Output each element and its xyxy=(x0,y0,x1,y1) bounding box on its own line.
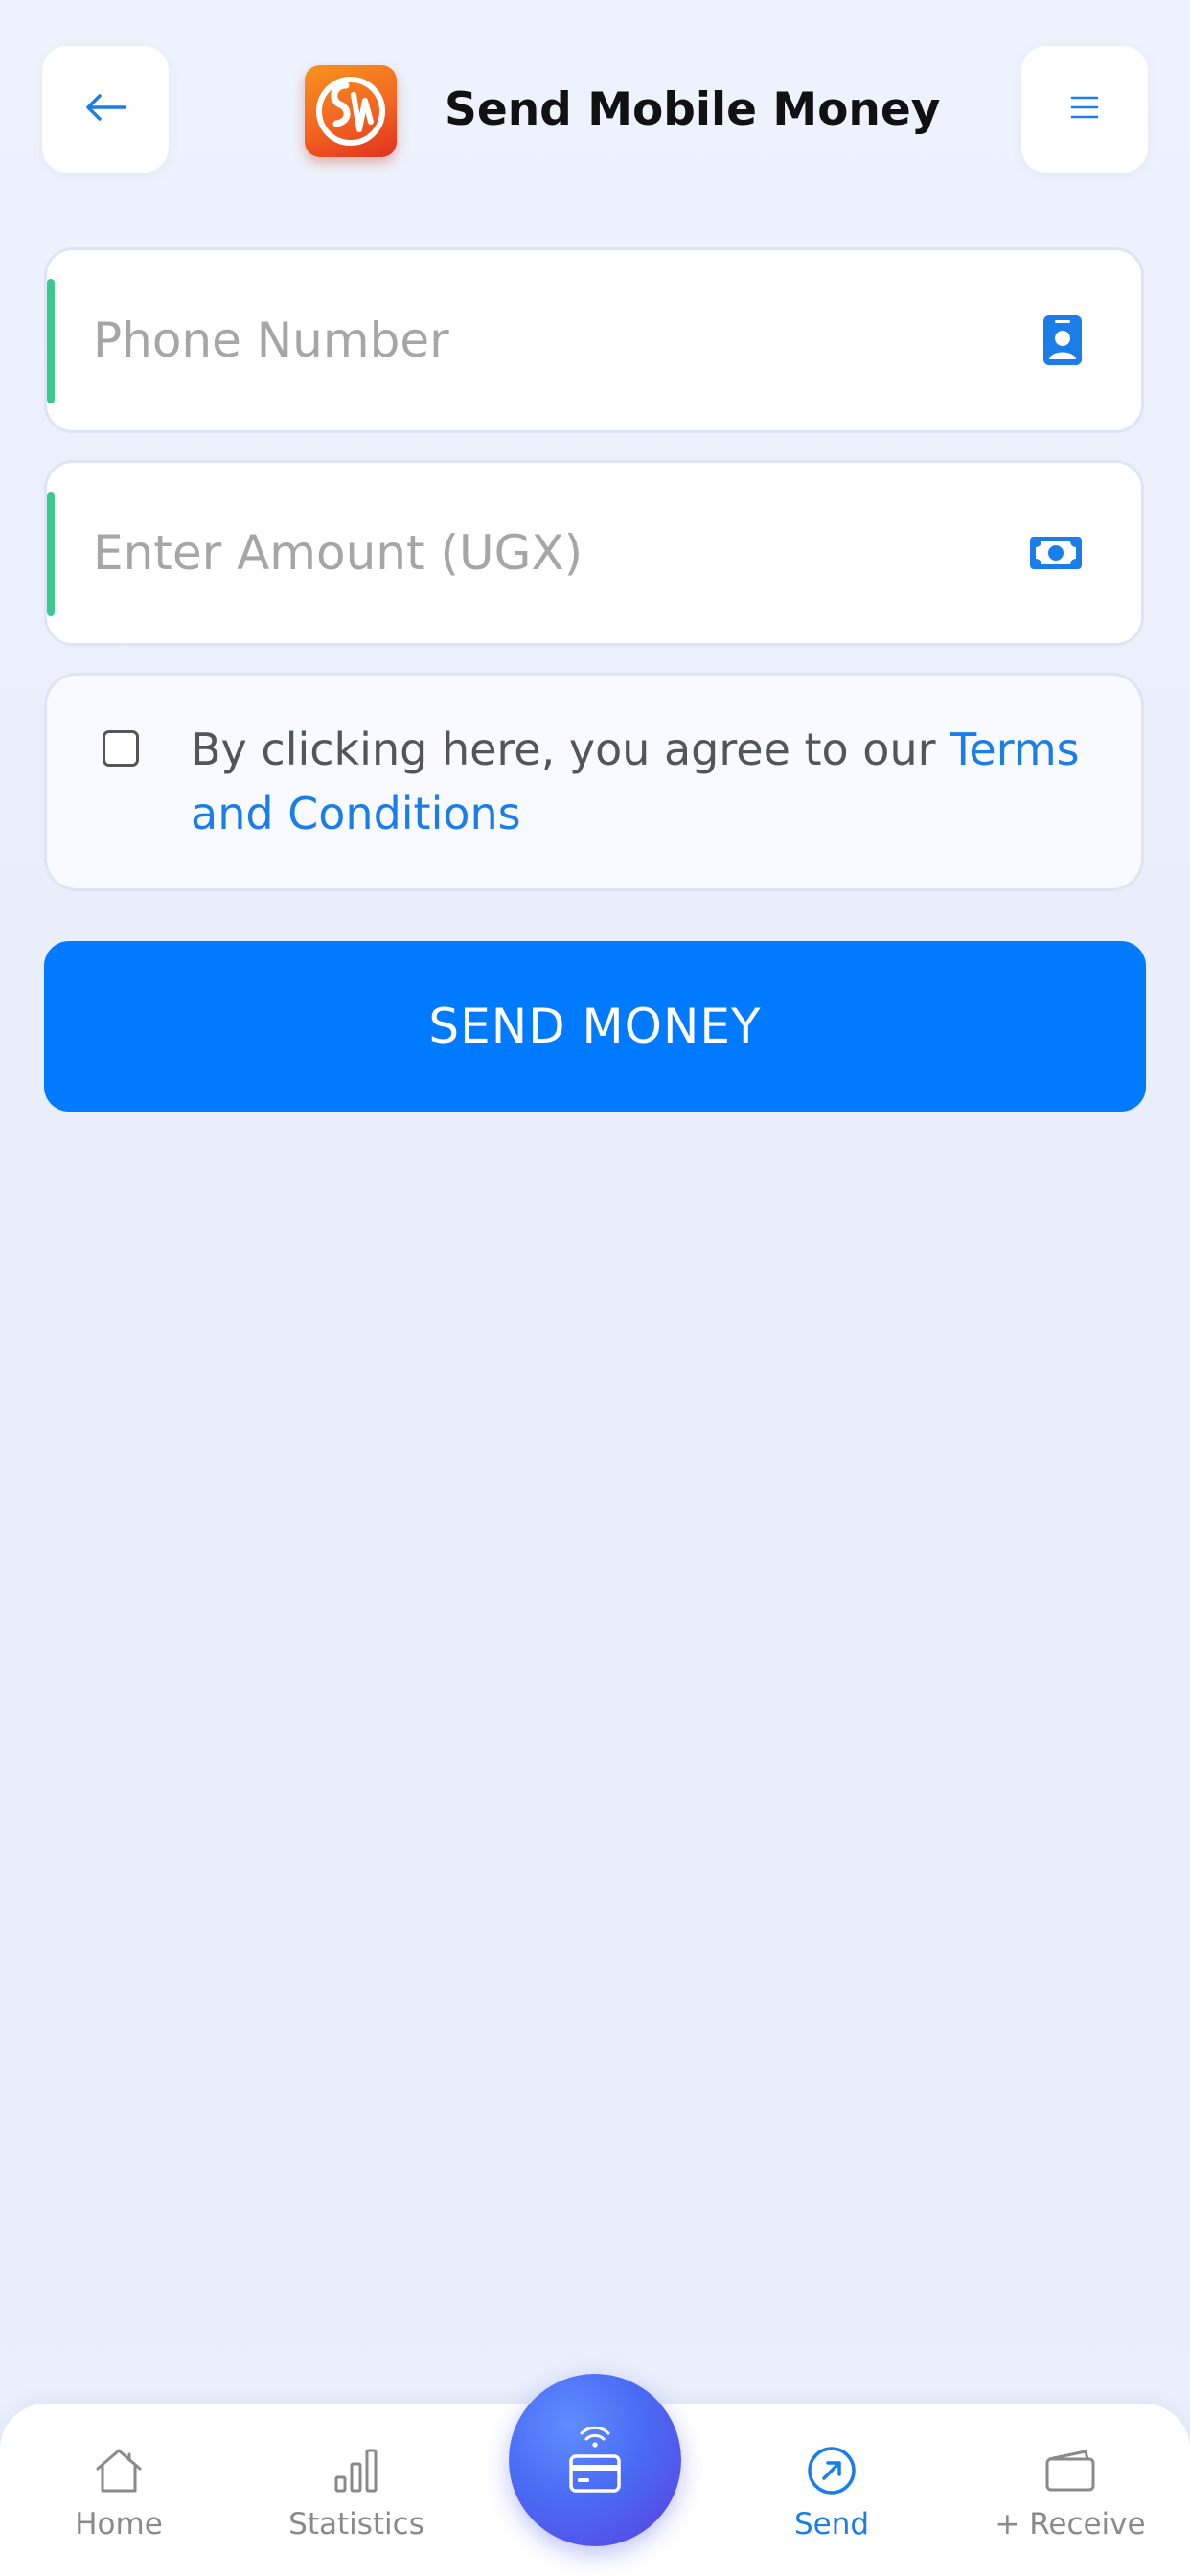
bar-chart-icon xyxy=(330,2444,383,2497)
amount-field xyxy=(44,460,1144,646)
home-icon xyxy=(92,2444,146,2497)
arrow-left-icon xyxy=(84,93,126,126)
field-accent-bar xyxy=(47,492,55,616)
nav-item-home[interactable]: Home xyxy=(23,2444,215,2564)
menu-button[interactable] xyxy=(1021,46,1148,172)
nav-label-send: Send xyxy=(793,2507,870,2542)
send-money-button[interactable]: SEND MONEY xyxy=(44,941,1146,1112)
nav-item-statistics[interactable]: Statistics xyxy=(261,2444,452,2564)
terms-checkbox[interactable] xyxy=(103,730,139,767)
phone-number-field xyxy=(44,247,1144,433)
sw-brand-logo xyxy=(316,77,385,146)
amount-input[interactable] xyxy=(93,463,974,643)
tap-to-pay-fab[interactable] xyxy=(509,2374,681,2546)
arrow-up-right-circle-icon xyxy=(805,2444,858,2497)
app-logo xyxy=(305,65,397,157)
contact-card-icon[interactable] xyxy=(1041,313,1084,367)
nav-item-send[interactable]: Send xyxy=(736,2444,927,2564)
hamburger-menu-icon xyxy=(1070,95,1099,124)
nav-label-home: Home xyxy=(75,2507,163,2542)
page-title: Send Mobile Money xyxy=(445,83,941,136)
contactless-card-icon xyxy=(568,2420,622,2500)
nav-label-receive: + Receive xyxy=(995,2507,1146,2542)
terms-text: By clicking here, you agree to our Terms… xyxy=(191,718,1110,846)
field-accent-bar xyxy=(47,279,55,403)
back-button[interactable] xyxy=(42,46,169,172)
nav-label-statistics: Statistics xyxy=(288,2507,424,2542)
phone-number-input[interactable] xyxy=(93,250,974,430)
nav-item-receive[interactable]: + Receive xyxy=(974,2444,1166,2564)
wallet-icon xyxy=(1043,2444,1097,2497)
app-header: Send Mobile Money xyxy=(0,0,1190,220)
terms-agreement: By clicking here, you agree to our Terms… xyxy=(44,673,1144,891)
terms-prefix: By clicking here, you agree to our xyxy=(191,724,950,775)
cash-note-icon[interactable] xyxy=(1028,535,1084,571)
